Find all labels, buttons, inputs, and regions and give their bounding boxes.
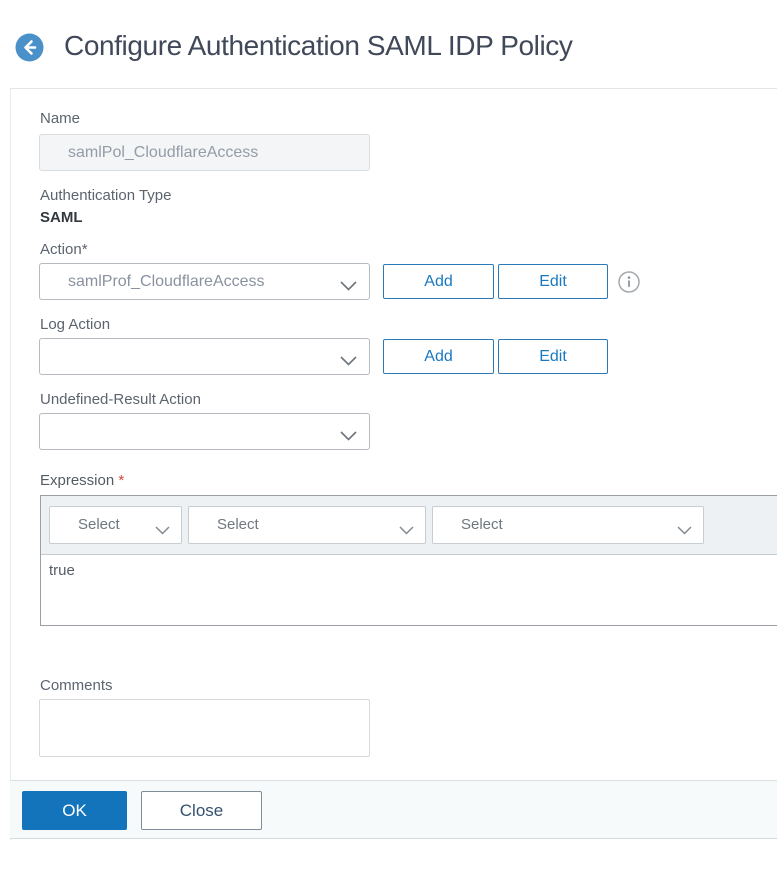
expression-select-2[interactable]: Select (188, 506, 426, 544)
comments-label: Comments (40, 677, 113, 694)
back-button[interactable] (15, 33, 44, 62)
close-button[interactable]: Close (141, 791, 262, 830)
ok-button[interactable]: OK (22, 791, 127, 830)
action-add-button[interactable]: Add (383, 264, 494, 299)
chevron-down-icon (677, 522, 692, 540)
required-asterisk: * (118, 472, 125, 489)
log-action-add-button[interactable]: Add (383, 339, 494, 374)
action-label: Action* (40, 241, 88, 258)
expression-toolbar: Select Select Select (41, 496, 777, 555)
expression-select-3-value: Select (461, 516, 503, 533)
log-action-dropdown[interactable] (39, 338, 370, 375)
log-action-label: Log Action (40, 316, 111, 333)
expression-editor: Select Select Select true (40, 495, 777, 626)
arrow-left-circle-icon (15, 33, 44, 65)
name-input: samlPol_CloudflareAccess (39, 134, 370, 171)
action-dropdown-value: samlProf_CloudflareAccess (68, 273, 265, 290)
expression-select-1[interactable]: Select (49, 506, 182, 544)
expression-label: Expression * (40, 472, 125, 489)
chevron-down-icon (155, 522, 170, 540)
form-panel: Name samlPol_CloudflareAccess Authentica… (10, 88, 777, 840)
name-label: Name (40, 110, 81, 127)
dialog-footer: OK Close (10, 780, 777, 839)
page-title: Configure Authentication SAML IDP Policy (64, 30, 573, 61)
action-dropdown[interactable]: samlProf_CloudflareAccess (39, 263, 370, 300)
action-edit-button[interactable]: Edit (498, 264, 608, 299)
undefined-result-action-dropdown[interactable] (39, 413, 370, 450)
log-action-edit-button[interactable]: Edit (498, 339, 608, 374)
expression-select-3[interactable]: Select (432, 506, 704, 544)
authentication-type-label: Authentication Type (40, 187, 172, 204)
comments-input[interactable] (39, 699, 370, 757)
configure-saml-idp-policy-dialog: Configure Authentication SAML IDP Policy… (0, 0, 777, 877)
undefined-result-action-label: Undefined-Result Action (40, 391, 201, 408)
chevron-down-icon (340, 353, 357, 371)
chevron-down-icon (399, 522, 414, 540)
expression-input[interactable]: true (41, 555, 777, 625)
info-icon[interactable] (618, 271, 640, 293)
authentication-type-value: SAML (40, 209, 83, 226)
chevron-down-icon (340, 428, 357, 446)
expression-select-2-value: Select (217, 516, 259, 533)
chevron-down-icon (340, 278, 357, 296)
